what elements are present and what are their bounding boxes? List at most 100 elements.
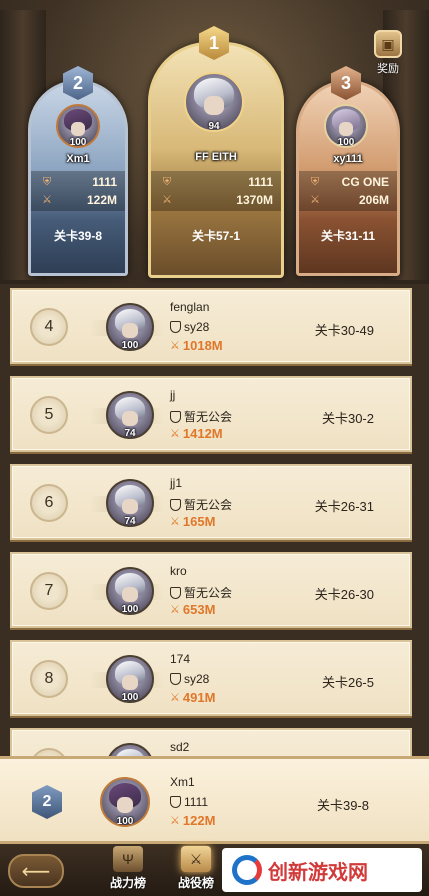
guild-name: sy28 xyxy=(184,672,210,686)
list-item[interactable]: 7 100 kro 暂无公会 ⚔ 653M 关卡26-30 xyxy=(10,552,412,628)
podium-stats: ⛨ CG ONE ⚔ 206M xyxy=(299,171,397,211)
crossed-swords-icon: ⚔ xyxy=(42,194,52,206)
list-item[interactable]: 6 74 jj1 暂无公会 ⚔ 165M 关卡26-31 xyxy=(10,464,412,540)
avatar[interactable]: 100 xyxy=(106,303,154,351)
rank-number: 7 xyxy=(30,572,68,610)
watermark-logo xyxy=(232,855,262,885)
rank-text: 4 xyxy=(44,318,54,335)
avatar[interactable]: 100 xyxy=(100,777,150,827)
power-value: 165M xyxy=(182,514,216,529)
rank-text: 8 xyxy=(44,670,54,687)
list-item[interactable]: 5 74 jj 暂无公会 ⚔ 1412M 关卡30-2 xyxy=(10,376,412,452)
trident-icon: Ψ xyxy=(113,846,143,872)
player-power: ⚔ 122M xyxy=(170,813,215,828)
player-power: ⚔ 165M xyxy=(170,514,215,529)
avatar[interactable]: 100 xyxy=(106,567,154,615)
list-item[interactable]: 4 100 fenglan sy28 ⚔ 1018M 关卡30-49 xyxy=(10,288,412,364)
player-guild: sy28 xyxy=(170,320,209,334)
player-name: 174 xyxy=(170,652,191,666)
crossed-swords-icon: ⚔ xyxy=(170,340,180,352)
crossed-swords-icon: ⚔ xyxy=(162,194,172,206)
guild-name: 暂无公会 xyxy=(184,498,233,512)
avatar[interactable]: 94 xyxy=(184,72,244,132)
player-stage: 关卡39-8 xyxy=(316,798,369,813)
player-name: sd2 xyxy=(170,740,190,754)
player-guild: 暂无公会 xyxy=(170,584,232,601)
chest-icon: ▣ xyxy=(374,30,402,58)
my-ranking-row[interactable]: 2 100 Xm1 1111 ⚔ 122M 关卡39-8 xyxy=(0,756,429,844)
rewards-button[interactable]: ▣ 奖励 xyxy=(366,30,410,78)
crossed-swords-icon: ⚔ xyxy=(170,815,180,827)
podium-stats: ⛨ 1111 ⚔ 122M xyxy=(31,171,125,211)
rank-text: 5 xyxy=(44,406,54,423)
podium-player-name: xy111 xyxy=(333,153,363,165)
podium-player-name: Xm1 xyxy=(66,153,90,165)
my-rank-badge: 2 xyxy=(32,785,62,819)
podium-power: 122M xyxy=(86,193,117,207)
guild-icon xyxy=(170,586,181,599)
podium-power: 206M xyxy=(358,193,389,207)
guild-icon xyxy=(170,321,181,333)
podium-guild: CG ONE xyxy=(341,175,389,189)
rank-number: 6 xyxy=(30,484,68,522)
list-item[interactable]: 8 100 174 sy28 ⚔ 491M 关卡26-5 xyxy=(10,640,412,716)
podium-stage: 关卡57-1 xyxy=(191,229,241,243)
avatar[interactable]: 100 xyxy=(324,104,368,148)
avatar-level: 100 xyxy=(121,340,139,351)
guild-icon xyxy=(170,796,181,808)
podium-area: Xm1 ⛨ 1111 ⚔ 122M 关卡39-8 100 2 xy111 ⛨ CG O… xyxy=(0,0,429,284)
player-stage: 关卡26-30 xyxy=(314,587,374,602)
avatar-level: 74 xyxy=(124,428,136,439)
player-power: ⚔ 1412M xyxy=(170,426,223,441)
rank-text: 7 xyxy=(44,582,54,599)
avatar-level: 74 xyxy=(124,516,136,527)
watermark: 创新游戏网 xyxy=(222,848,422,892)
tab-power-ranking[interactable]: Ψ 战力榜 xyxy=(96,846,160,896)
player-power: ⚔ 653M xyxy=(170,602,215,617)
podium-guild: 1111 xyxy=(92,175,117,189)
avatar-level: 100 xyxy=(69,137,87,148)
crossed-swords-icon: ⚔ xyxy=(170,692,180,704)
rank-number: 5 xyxy=(30,396,68,434)
guild-icon xyxy=(170,410,181,423)
podium-guild: 1111 xyxy=(248,175,273,189)
podium-player-name: FF EITH xyxy=(195,151,237,163)
podium-power: 1370M xyxy=(236,193,273,207)
rank-text: 6 xyxy=(44,494,54,511)
power-value: 1412M xyxy=(182,426,223,441)
player-name: kro xyxy=(170,564,187,578)
guild-name: 1111 xyxy=(184,795,209,809)
watermark-text: 创新游戏网 xyxy=(268,859,368,884)
podium-stats: ⛨ 1111 ⚔ 1370M xyxy=(151,171,281,211)
back-button[interactable]: ⟵ xyxy=(8,854,64,888)
player-power: ⚔ 1018M xyxy=(170,338,223,353)
list-item[interactable]: 9 sd2 xyxy=(10,728,412,756)
guild-icon xyxy=(170,673,181,685)
crossed-swords-icon: ⚔ xyxy=(170,516,180,528)
tab-campaign-ranking[interactable]: ⚔ 战役榜 xyxy=(164,846,228,896)
guild-name: sy28 xyxy=(184,320,210,334)
power-value: 653M xyxy=(182,602,216,617)
power-value: 1018M xyxy=(182,338,223,353)
player-stage: 关卡26-5 xyxy=(321,675,374,690)
ranking-list[interactable]: 4 100 fenglan sy28 ⚔ 1018M 关卡30-49 5 74 jj 暂无公会 ⚔ 14… xyxy=(0,284,429,756)
player-guild: 1111 xyxy=(170,795,208,809)
avatar[interactable] xyxy=(106,743,154,756)
player-stage: 关卡26-31 xyxy=(314,499,374,514)
guild-icon: ⛨ xyxy=(162,176,172,188)
crossed-swords-icon: ⚔ xyxy=(170,604,180,616)
player-guild: 暂无公会 xyxy=(170,408,232,425)
avatar[interactable]: 100 xyxy=(106,655,154,703)
guild-name: 暂无公会 xyxy=(184,410,233,424)
player-guild: sy28 xyxy=(170,672,209,686)
rank-number: 8 xyxy=(30,660,68,698)
avatar[interactable]: 100 xyxy=(56,104,100,148)
avatar[interactable]: 74 xyxy=(106,391,154,439)
avatar-level: 100 xyxy=(337,137,355,148)
crossed-swords-icon: ⚔ xyxy=(181,846,211,872)
avatar-level: 94 xyxy=(208,121,220,132)
podium-stage: 关卡31-11 xyxy=(320,229,376,243)
avatar[interactable]: 74 xyxy=(106,479,154,527)
tab-label: 战役榜 xyxy=(177,876,214,890)
avatar-level: 100 xyxy=(121,692,139,703)
